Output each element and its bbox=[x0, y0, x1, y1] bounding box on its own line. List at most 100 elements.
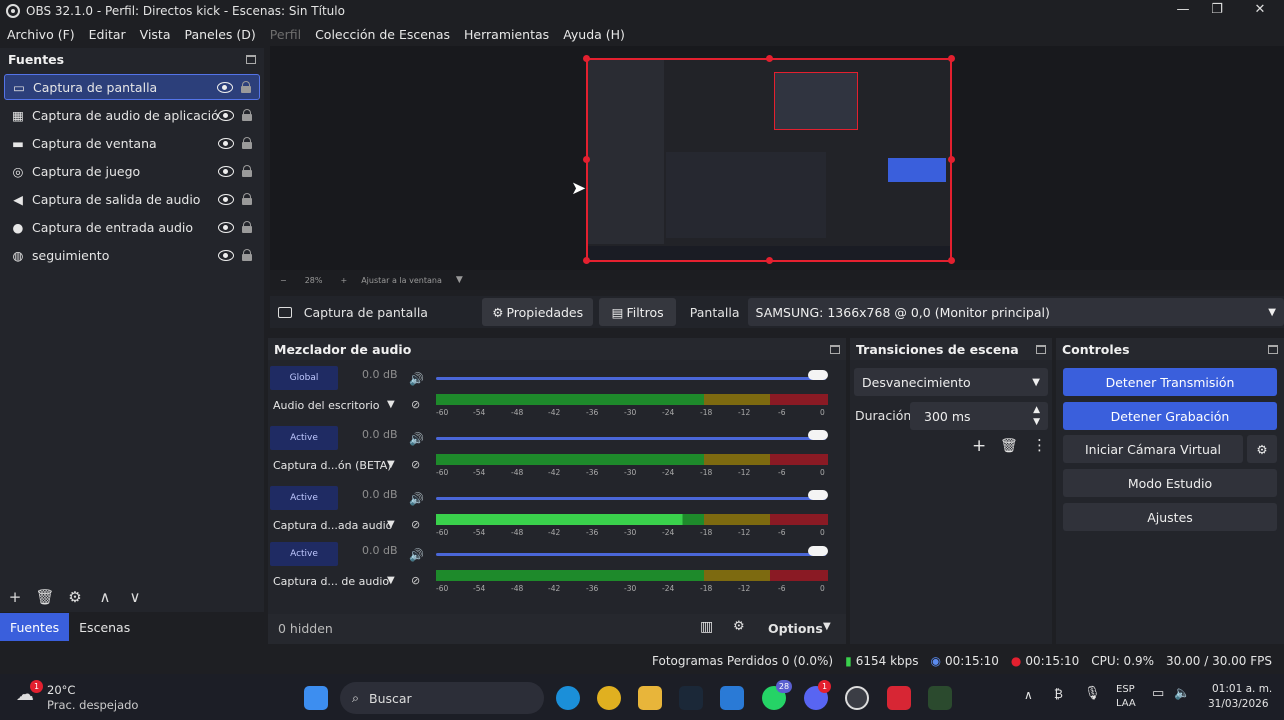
obs-taskbar-icon[interactable] bbox=[845, 686, 869, 710]
source-item[interactable]: ▭ Captura de pantalla bbox=[4, 74, 260, 100]
chevron-down-icon[interactable]: ▼ bbox=[456, 275, 463, 285]
layout-toggle-icon[interactable]: ▥ bbox=[700, 619, 713, 635]
tab-escenas[interactable]: Escenas bbox=[69, 613, 140, 641]
volume-slider-handle[interactable] bbox=[808, 370, 828, 380]
chevron-down-icon[interactable]: ▼ bbox=[823, 621, 831, 632]
maximize-button[interactable]: ❐ bbox=[1202, 2, 1232, 20]
speaker-icon[interactable]: 🔊 bbox=[409, 548, 424, 562]
filters-button[interactable]: ▤ Filtros bbox=[599, 298, 676, 326]
screen-capture-preview[interactable] bbox=[583, 55, 955, 264]
language-line1[interactable]: ESP bbox=[1116, 684, 1135, 695]
move-down-button[interactable]: ∨ bbox=[120, 588, 150, 606]
chevron-down-icon[interactable]: ▼ bbox=[387, 519, 395, 530]
speaker-icon[interactable]: 🔊 bbox=[409, 432, 424, 446]
resize-handle[interactable] bbox=[948, 156, 955, 163]
lock-icon[interactable] bbox=[242, 109, 252, 121]
move-up-button[interactable]: ∧ bbox=[90, 588, 120, 606]
add-transition-button[interactable]: + bbox=[972, 436, 986, 456]
advanced-audio-icon[interactable]: ⚙ bbox=[733, 619, 745, 634]
lock-icon[interactable] bbox=[241, 81, 251, 93]
resize-handle[interactable] bbox=[583, 257, 590, 264]
minimize-button[interactable]: — bbox=[1168, 2, 1198, 20]
eye-icon[interactable] bbox=[218, 138, 234, 149]
menu-paneles[interactable]: Paneles (D) bbox=[178, 27, 263, 42]
source-item[interactable]: ◀ Captura de salida de audio bbox=[4, 186, 260, 212]
taskbar-search[interactable]: ⌕ Buscar bbox=[340, 682, 544, 714]
microphone-icon[interactable]: 🎙 bbox=[1084, 686, 1101, 701]
trash-icon[interactable]: 🗑 bbox=[1000, 438, 1018, 454]
source-settings-button[interactable]: ⚙ bbox=[60, 588, 90, 606]
spin-arrows-icon[interactable]: ▲ ▼ bbox=[1033, 404, 1040, 428]
resize-handle[interactable] bbox=[766, 55, 773, 62]
app-green-icon[interactable] bbox=[928, 686, 952, 710]
volume-slider-handle[interactable] bbox=[808, 430, 828, 440]
duration-spinbox[interactable]: 300 ms ▲ ▼ bbox=[910, 402, 1048, 430]
monitor-audio-icon[interactable]: ⊘ bbox=[411, 458, 420, 471]
volume-slider-handle[interactable] bbox=[808, 490, 828, 500]
menu-herramientas[interactable]: Herramientas bbox=[457, 27, 556, 42]
app-red-icon[interactable] bbox=[887, 686, 911, 710]
zoom-out-button[interactable]: − bbox=[280, 276, 287, 285]
lock-icon[interactable] bbox=[242, 221, 252, 233]
clock-date[interactable]: 31/03/2026 bbox=[1208, 698, 1269, 710]
source-item[interactable]: ◎ Captura de juego bbox=[4, 158, 260, 184]
eye-icon[interactable] bbox=[217, 82, 233, 93]
settings-button[interactable]: Ajustes bbox=[1063, 503, 1277, 531]
steam-icon[interactable] bbox=[679, 686, 703, 710]
resize-handle[interactable] bbox=[766, 257, 773, 264]
tab-fuentes[interactable]: Fuentes bbox=[0, 613, 70, 641]
volume-slider[interactable] bbox=[436, 377, 826, 380]
chevron-down-icon[interactable]: ▼ bbox=[387, 459, 395, 470]
properties-button[interactable]: ⚙ Propiedades bbox=[481, 298, 594, 326]
chevron-up-icon[interactable]: ∧ bbox=[1024, 688, 1033, 702]
tray-app-icon[interactable]: ₿ bbox=[1054, 687, 1063, 701]
channel-status-badge[interactable]: Active bbox=[270, 426, 338, 450]
float-dock-icon[interactable] bbox=[246, 55, 256, 64]
resize-handle[interactable] bbox=[583, 156, 590, 163]
network-icon[interactable]: ▭ bbox=[1152, 686, 1164, 701]
fit-window-select[interactable]: Ajustar a la ventana bbox=[361, 276, 442, 285]
eye-icon[interactable] bbox=[218, 110, 234, 121]
mixer-options-button[interactable]: Options bbox=[768, 621, 823, 636]
float-dock-icon[interactable] bbox=[1036, 345, 1046, 354]
zoom-in-button[interactable]: + bbox=[340, 276, 347, 285]
vscode-icon[interactable] bbox=[720, 686, 744, 710]
menu-vista[interactable]: Vista bbox=[133, 27, 178, 42]
chrome-icon[interactable] bbox=[597, 686, 621, 710]
add-source-button[interactable]: + bbox=[0, 588, 30, 606]
volume-icon[interactable]: 🔈 bbox=[1174, 686, 1190, 701]
monitor-audio-icon[interactable]: ⊘ bbox=[411, 398, 420, 411]
lock-icon[interactable] bbox=[242, 193, 252, 205]
eye-icon[interactable] bbox=[218, 222, 234, 233]
lock-icon[interactable] bbox=[242, 249, 252, 261]
menu-editar[interactable]: Editar bbox=[82, 27, 133, 42]
close-button[interactable]: ✕ bbox=[1245, 2, 1275, 20]
stop-recording-button[interactable]: Detener Grabación bbox=[1063, 402, 1277, 430]
monitor-audio-icon[interactable]: ⊘ bbox=[411, 574, 420, 587]
volume-slider[interactable] bbox=[436, 497, 826, 500]
menu-coleccion-escenas[interactable]: Colección de Escenas bbox=[308, 27, 457, 42]
windows-start-icon[interactable] bbox=[304, 686, 328, 710]
remove-source-button[interactable]: 🗑 bbox=[30, 588, 60, 606]
volume-slider[interactable] bbox=[436, 437, 826, 440]
file-explorer-icon[interactable] bbox=[638, 686, 662, 710]
chevron-down-icon[interactable]: ▼ bbox=[387, 575, 395, 586]
channel-status-badge[interactable]: Active bbox=[270, 542, 338, 566]
eye-icon[interactable] bbox=[218, 194, 234, 205]
language-line2[interactable]: LAA bbox=[1116, 698, 1136, 709]
transition-select[interactable]: Desvanecimiento ▼ bbox=[854, 368, 1048, 396]
speaker-icon[interactable]: 🔊 bbox=[409, 492, 424, 506]
chevron-down-icon[interactable]: ▼ bbox=[387, 399, 395, 410]
resize-handle[interactable] bbox=[583, 55, 590, 62]
channel-status-badge[interactable]: Global bbox=[270, 366, 338, 390]
clock-time[interactable]: 01:01 a. m. bbox=[1212, 683, 1272, 695]
source-item[interactable]: ● Captura de entrada audio bbox=[4, 214, 260, 240]
volume-slider-handle[interactable] bbox=[808, 546, 828, 556]
monitor-audio-icon[interactable]: ⊘ bbox=[411, 518, 420, 531]
speaker-icon[interactable]: 🔊 bbox=[409, 372, 424, 386]
lock-icon[interactable] bbox=[242, 137, 252, 149]
edge-icon[interactable] bbox=[556, 686, 580, 710]
menu-ayuda[interactable]: Ayuda (H) bbox=[556, 27, 632, 42]
menu-archivo[interactable]: Archivo (F) bbox=[0, 27, 82, 42]
virtual-camera-settings-button[interactable]: ⚙ bbox=[1247, 435, 1277, 463]
